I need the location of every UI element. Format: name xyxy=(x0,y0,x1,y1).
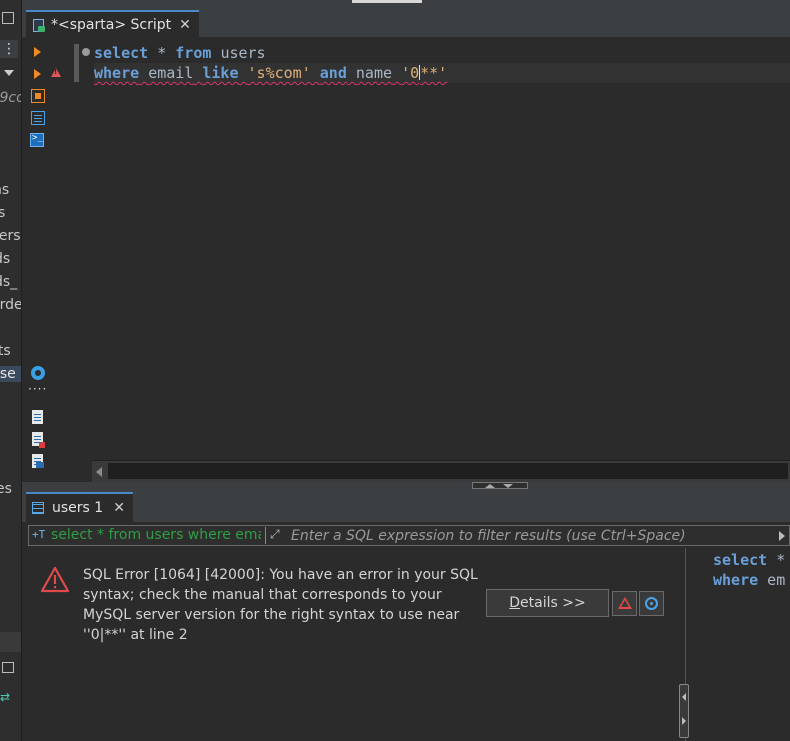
code-line[interactable]: select * from users xyxy=(94,43,790,63)
identifier: email xyxy=(148,64,194,82)
error-panel: SQL Error [1064] [42000]: You have an er… xyxy=(22,548,685,741)
filter-expression-input[interactable] xyxy=(291,527,781,545)
warning-icon xyxy=(618,597,632,609)
results-filter-row: +T select * from users where emai ⤢ xyxy=(22,522,790,548)
keyword: like xyxy=(202,64,239,82)
navigator-bottom-bar xyxy=(0,632,21,652)
panel-splitter[interactable] xyxy=(22,482,790,490)
navigator-item[interactable]: ds_ xyxy=(0,274,17,290)
vertical-resize-handle[interactable] xyxy=(679,684,689,738)
warning-icon xyxy=(51,68,61,77)
keyword: and xyxy=(319,64,347,82)
export-icon[interactable] xyxy=(32,410,43,424)
apply-filter-arrow-icon[interactable] xyxy=(779,531,785,541)
navigator-item[interactable]: s xyxy=(0,205,5,221)
splitter-toggle-icon[interactable] xyxy=(472,482,528,489)
navigator-item[interactable]: ns xyxy=(0,182,9,198)
editor-tab-bar: *<sparta> Script ✕ xyxy=(22,6,790,38)
target-icon xyxy=(645,597,658,610)
search-solution-button[interactable] xyxy=(639,591,664,616)
query-text-panel: select * where em xyxy=(686,548,790,741)
editor-side-toolbar: ···· xyxy=(22,38,72,484)
filter-box: +T select * from users where emai ⤢ xyxy=(28,525,790,546)
close-icon[interactable]: ✕ xyxy=(179,17,191,33)
identifier: name xyxy=(355,64,393,82)
error-log-button[interactable] xyxy=(612,591,637,616)
navigator-item[interactable]: ds xyxy=(0,251,10,267)
navigator-item[interactable]: orde xyxy=(0,297,21,313)
tab-sparta-script[interactable]: *<sparta> Script ✕ xyxy=(26,10,199,38)
tab-label: users 1 xyxy=(52,500,104,516)
divider xyxy=(265,527,266,544)
collapse-arrow-icon[interactable] xyxy=(4,70,14,76)
tab-users-1[interactable]: users 1 ✕ xyxy=(26,492,133,522)
results-tab-bar: users 1 ✕ xyxy=(22,490,790,522)
query-preview-rest: em xyxy=(758,571,786,589)
syntax-error-underline: where email like 's%com' and name '0**' xyxy=(94,64,447,82)
details-button[interactable]: Details >> xyxy=(486,589,609,617)
import-icon[interactable] xyxy=(32,432,45,448)
scrollbar-track[interactable] xyxy=(108,463,788,479)
error-warning-icon xyxy=(40,566,70,593)
title-highlight xyxy=(352,0,422,3)
query-text-preview[interactable]: select * from users where emai xyxy=(51,527,261,543)
query-preview-rest: * xyxy=(767,551,786,569)
navigator-panel: ⋮ t9co ns s hers ds ds_ orde nts use es … xyxy=(0,0,22,741)
table-grid-icon xyxy=(32,502,44,514)
terminal-icon[interactable] xyxy=(30,133,44,147)
navigator-item[interactable]: hers xyxy=(0,228,21,244)
string-literal: 's%com' xyxy=(247,64,311,82)
close-icon[interactable]: ✕ xyxy=(113,500,125,516)
navigator-item-selected[interactable]: use xyxy=(0,366,21,382)
query-preview-line: where xyxy=(713,571,759,589)
execute-script-icon[interactable] xyxy=(31,89,45,103)
navigator-item[interactable]: es xyxy=(0,481,12,497)
execute-statement-icon[interactable] xyxy=(34,47,41,57)
settings-gear-icon[interactable] xyxy=(31,366,45,380)
view-menu-icon[interactable]: ⋮ xyxy=(0,40,18,58)
error-message: SQL Error [1064] [42000]: You have an er… xyxy=(83,567,478,643)
tab-label: *<sparta> Script xyxy=(51,17,172,33)
scroll-left-icon[interactable] xyxy=(96,467,102,477)
query-preview-line: select xyxy=(713,551,768,569)
sql-editor[interactable]: select * from users where email like 's%… xyxy=(72,38,790,460)
operator: * xyxy=(157,44,167,62)
editor-horizontal-scrollbar[interactable] xyxy=(92,460,790,482)
sql-text-icon: +T xyxy=(32,528,46,541)
execute-statement-icon[interactable] xyxy=(34,69,41,79)
statement-marker xyxy=(74,44,79,82)
output-icon[interactable] xyxy=(32,454,44,468)
more-icon[interactable]: ···· xyxy=(28,382,47,396)
keyword: where xyxy=(94,64,140,82)
identifier: users xyxy=(220,44,266,62)
string-literal: **' xyxy=(420,64,448,82)
sql-script-icon xyxy=(32,18,46,32)
sync-icon[interactable]: ⇄ xyxy=(0,690,10,704)
code-line-current[interactable]: where email like 's%com' and name '0**' xyxy=(94,63,790,83)
string-literal: '0 xyxy=(401,64,420,82)
expand-icon[interactable]: ⤢ xyxy=(270,527,284,541)
details-mnemonic: D xyxy=(509,595,521,611)
keyword: from xyxy=(175,44,212,62)
navigator-item[interactable]: nts xyxy=(0,343,11,359)
details-label: etails >> xyxy=(520,595,586,611)
restore-icon[interactable] xyxy=(2,12,14,24)
keyword: select xyxy=(94,44,149,62)
fold-icon[interactable] xyxy=(82,48,90,56)
restore-icon[interactable] xyxy=(2,662,14,673)
explain-plan-icon[interactable] xyxy=(31,111,45,125)
navigator-item[interactable]: t9co xyxy=(0,90,21,106)
